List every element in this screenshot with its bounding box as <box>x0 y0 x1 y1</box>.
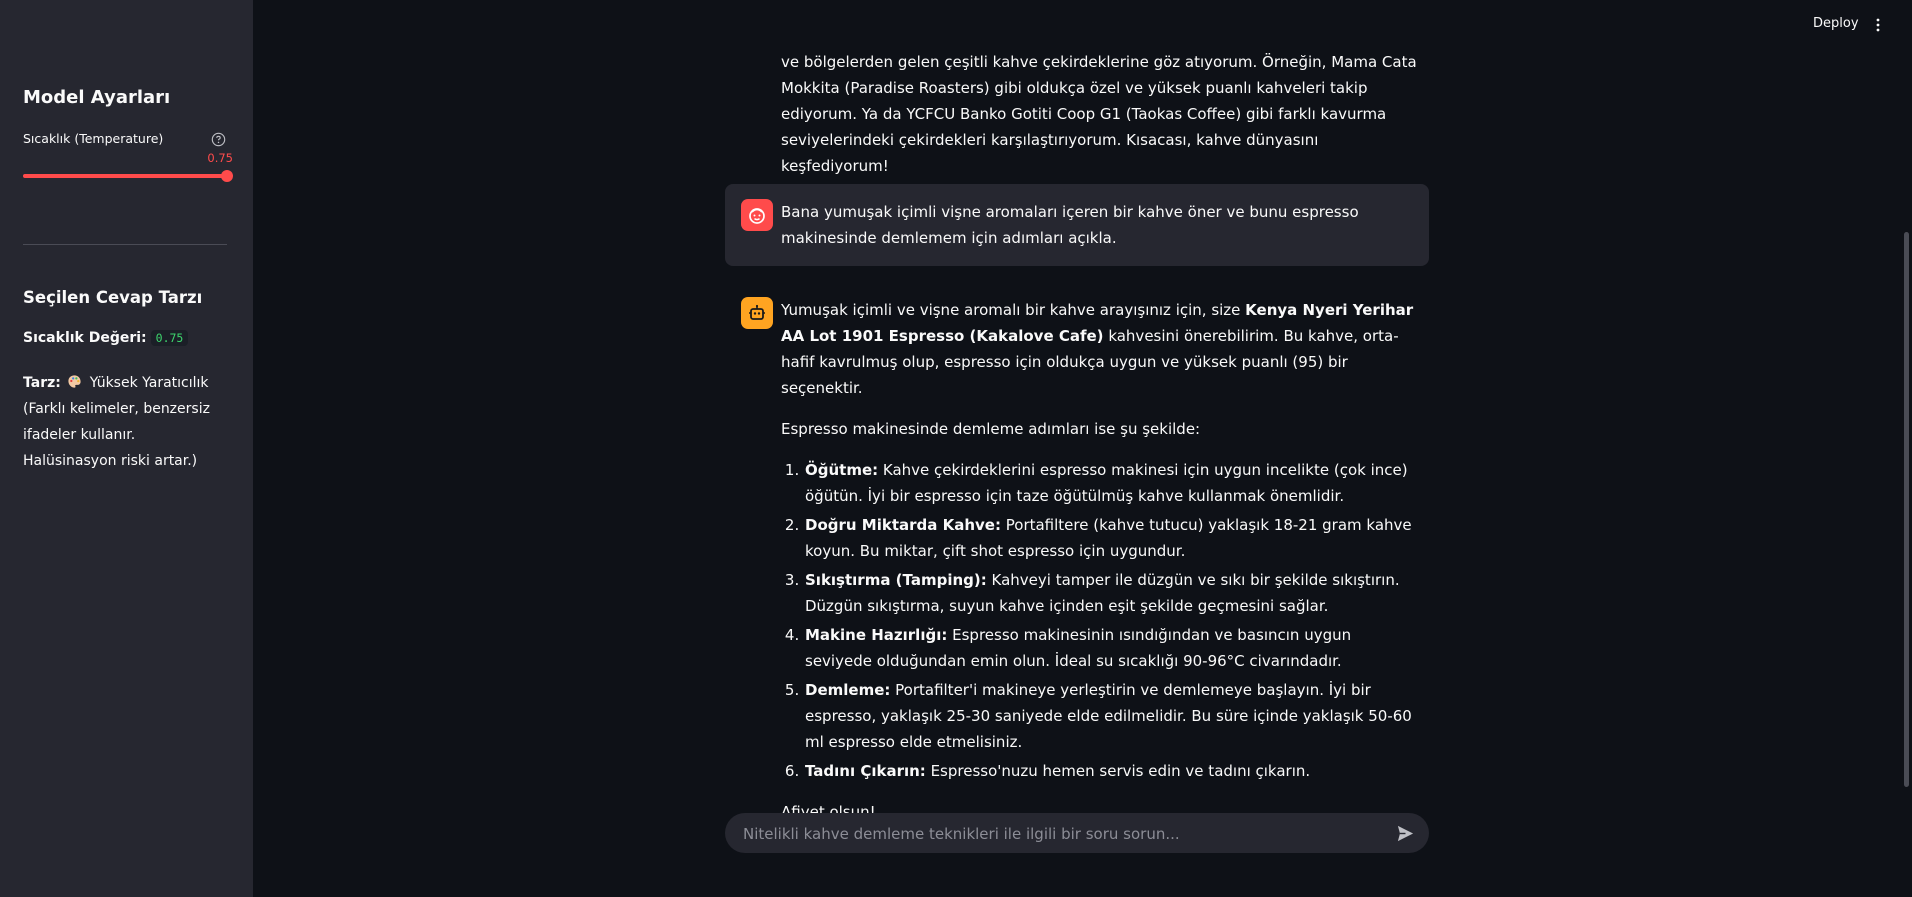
temperature-slider-label: Sıcaklık (Temperature) <box>23 131 164 146</box>
style-description: Tarz: Yüksek Yaratıcılık (Farklı kelimel… <box>23 370 233 474</box>
list-item: Öğütme: Kahve çekirdeklerini espresso ma… <box>804 457 1421 509</box>
question-circle-icon[interactable] <box>211 132 226 147</box>
temperature-slider-track[interactable] <box>23 174 227 178</box>
sidebar-title: Model Ayarları <box>23 87 171 108</box>
intro-text: Yumuşak içimli ve vişne aromalı bir kahv… <box>781 301 1246 319</box>
chat-input[interactable] <box>741 813 1375 855</box>
selected-style-title: Seçilen Cevap Tarzı <box>23 288 203 307</box>
temperature-slider-value: 0.75 <box>207 151 233 165</box>
step-title: Makine Hazırlığı: <box>805 626 948 644</box>
step-title: Doğru Miktarda Kahve: <box>805 516 1001 534</box>
steps-list: Öğütme: Kahve çekirdeklerini espresso ma… <box>781 457 1421 784</box>
message-text: Bana yumuşak içimli vişne aromaları içer… <box>781 203 1359 247</box>
list-item: Demleme: Portafilter'i makineye yerleşti… <box>804 677 1421 755</box>
chat-message-user: Bana yumuşak içimli vişne aromaları içer… <box>725 184 1429 266</box>
list-item: Doğru Miktarda Kahve: Portafiltere (kahv… <box>804 512 1421 564</box>
chat-input-container <box>725 813 1429 855</box>
step-text: Kahve çekirdeklerini espresso makinesi i… <box>805 461 1408 505</box>
steps-intro: Espresso makinesinde demleme adımları is… <box>781 420 1201 438</box>
step-title: Sıkıştırma (Tamping): <box>805 571 987 589</box>
temperature-value-label: Sıcaklık Değeri: <box>23 330 147 346</box>
kebab-menu-icon[interactable] <box>1876 18 1880 32</box>
sidebar-divider <box>23 244 227 245</box>
deploy-button[interactable]: Deploy <box>1813 16 1859 31</box>
temperature-value-row: Sıcaklık Değeri: 0.75 <box>23 330 189 346</box>
list-item: Tadını Çıkarın: Espresso'nuzu hemen serv… <box>804 758 1421 784</box>
user-face-icon <box>749 208 765 224</box>
list-item: Sıkıştırma (Tamping): Kahveyi tamper ile… <box>804 567 1421 619</box>
assistant-intro: Yumuşak içimli ve vişne aromalı bir kahv… <box>781 297 1421 401</box>
temperature-value-code: 0.75 <box>150 330 189 346</box>
step-title: Tadını Çıkarın: <box>805 762 926 780</box>
main-scrollbar[interactable] <box>1904 232 1909 787</box>
temperature-slider-thumb[interactable] <box>221 170 233 182</box>
step-title: Demleme: <box>805 681 891 699</box>
bot-avatar <box>741 297 773 329</box>
step-text: Espresso'nuzu hemen servis edin ve tadın… <box>925 762 1311 780</box>
user-avatar <box>741 199 773 231</box>
assistant-message-body: Yumuşak içimli ve vişne aromalı bir kahv… <box>781 297 1421 825</box>
list-item: Makine Hazırlığı: Espresso makinesinin ı… <box>804 622 1421 674</box>
robot-icon <box>749 304 765 320</box>
message-text: ve bölgelerden gelen çeşitli kahve çekir… <box>781 53 1417 175</box>
style-label: Tarz: <box>23 375 61 391</box>
step-title: Öğütme: <box>805 461 879 479</box>
step-text: Portafilter'i makineye yerleştirin ve de… <box>805 681 1412 751</box>
palette-icon <box>68 375 81 388</box>
send-icon[interactable] <box>1396 824 1415 843</box>
sidebar: Model Ayarları Sıcaklık (Temperature) 0.… <box>0 0 253 897</box>
